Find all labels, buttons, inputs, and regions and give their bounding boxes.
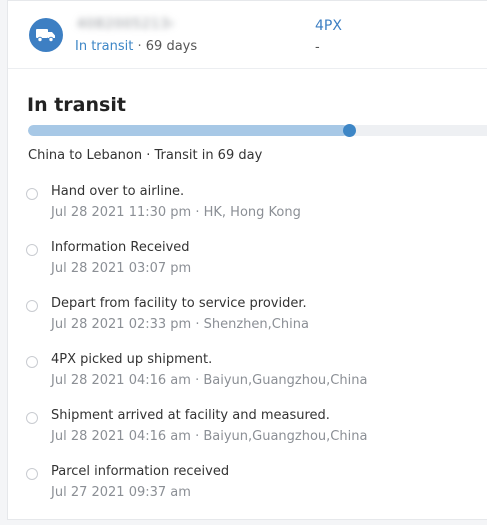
carrier-link[interactable]: 4PX (315, 18, 342, 34)
event-title: Hand over to airline. (51, 184, 185, 199)
route-summary: China to Lebanon · Transit in 69 day (28, 148, 263, 163)
event-meta: Jul 28 2021 02:33 pm · Shenzhen,China (51, 317, 309, 332)
transit-days: 69 days (145, 39, 198, 54)
event-meta: Jul 28 2021 11:30 pm · HK, Hong Kong (51, 205, 301, 220)
event-meta: Jul 28 2021 03:07 pm (51, 261, 192, 276)
page-title: In transit (27, 94, 126, 116)
event-title: Depart from facility to service provider… (51, 296, 307, 311)
event-title: Shipment arrived at facility and measure… (51, 408, 330, 423)
circle-dot-icon (26, 468, 38, 480)
status-line: In transit · 69 days (75, 39, 197, 54)
circle-dot-icon (26, 244, 38, 256)
event-title: Information Received (51, 240, 190, 255)
status-link[interactable]: In transit (75, 39, 133, 54)
circle-dot-icon (26, 300, 38, 312)
event-title: Parcel information received (51, 464, 230, 479)
tracking-card: 4082005213450 In transit · 69 days 4PX -… (7, 0, 487, 520)
circle-dot-icon (26, 356, 38, 368)
circle-dot-icon (26, 188, 38, 200)
event-title: 4PX picked up shipment. (51, 352, 213, 367)
progress-fill (28, 125, 348, 136)
event-meta: Jul 27 2021 09:37 am (51, 485, 191, 500)
separator: · (137, 39, 142, 54)
shipment-header: 4082005213450 In transit · 69 days 4PX - (8, 1, 487, 69)
event-meta: Jul 28 2021 04:16 am · Baiyun,Guangzhou,… (51, 373, 368, 388)
progress-bar (28, 125, 487, 136)
circle-dot-icon (26, 412, 38, 424)
truck-icon (29, 18, 63, 52)
event-meta: Jul 28 2021 04:16 am · Baiyun,Guangzhou,… (51, 429, 368, 444)
tracking-number[interactable]: 4082005213450 (77, 17, 173, 31)
carrier-sub: - (315, 40, 320, 55)
progress-dot (343, 124, 356, 137)
